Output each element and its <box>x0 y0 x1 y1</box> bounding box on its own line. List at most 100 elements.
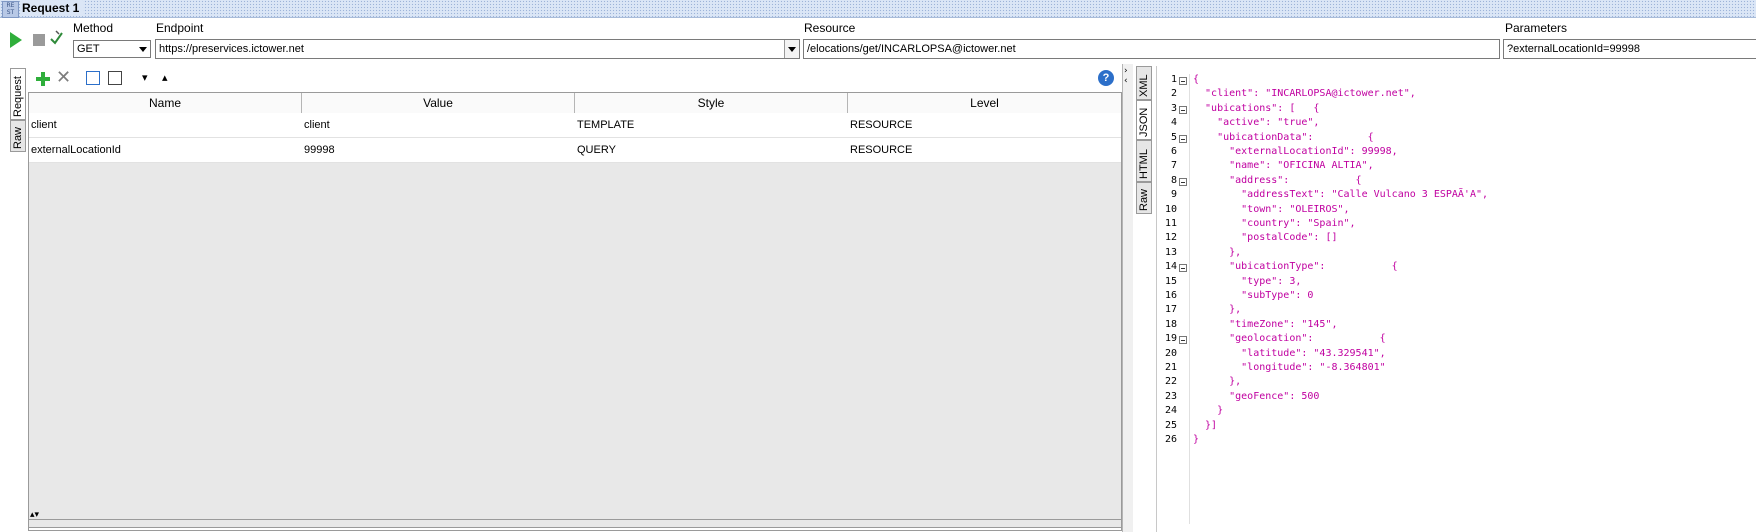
line-number: 20 <box>1164 347 1177 359</box>
endpoint-dropdown-button[interactable] <box>784 40 799 58</box>
line-number-gutter: 1 2 3 4 5 6 7 8 9 10 11 12 13 14 15 16 17 18 19 20 21 22 23 24 2… <box>1157 74 1187 532</box>
param-style-cell[interactable]: TEMPLATE <box>575 113 634 137</box>
line-number: 16 <box>1164 290 1177 301</box>
line-number: 24 <box>1164 405 1177 417</box>
method-value: GET <box>77 43 100 55</box>
parameters-value: ?externalLocationId=99998 <box>1507 43 1641 55</box>
endpoint-input[interactable]: https://preservices.ictower.net <box>155 39 800 59</box>
fold-toggle-icon[interactable] <box>1179 105 1187 114</box>
code-line: "longitude": "-8.364801" <box>1193 362 1386 373</box>
code-line: }, <box>1193 376 1242 388</box>
title-bar: RE ST Request 1 <box>0 0 1756 18</box>
param-level-cell[interactable]: RESOURCE <box>848 113 912 137</box>
bottom-splitter[interactable]: ▴▾ <box>28 510 1122 532</box>
param-level-cell[interactable]: RESOURCE <box>848 138 912 162</box>
param-name-cell[interactable]: client <box>29 113 57 137</box>
chevron-left-icon[interactable]: ‹ <box>1124 76 1128 86</box>
code-line: "geoFence": 500 <box>1193 390 1320 402</box>
code-line: } <box>1193 405 1224 417</box>
endpoint-value: https://preservices.ictower.net <box>159 43 304 55</box>
line-number: 15 <box>1164 275 1177 287</box>
fold-toggle-icon[interactable] <box>1179 336 1187 345</box>
line-number: 9 <box>1170 189 1177 201</box>
chevron-down-icon <box>139 47 147 52</box>
code-line: "address": { <box>1193 174 1362 186</box>
code-line: "client": "INCARLOPSA@ictower.net", <box>1193 88 1416 100</box>
tab-raw-request[interactable]: Raw <box>10 120 26 152</box>
panel-divider[interactable]: › ‹ <box>1122 64 1133 532</box>
parameters-input[interactable]: ?externalLocationId=99998 <box>1503 39 1756 59</box>
stop-icon[interactable] <box>33 34 45 46</box>
code-line: "active": "true", <box>1193 117 1320 129</box>
param-value-cell[interactable]: client <box>302 113 330 137</box>
check-settings-icon[interactable] <box>50 30 63 46</box>
params-toolbar: ✕ ▾ ▴ ? <box>28 66 1122 92</box>
line-number: 17 <box>1164 304 1177 316</box>
param-style-cell[interactable]: QUERY <box>575 138 616 162</box>
line-number: 12 <box>1164 232 1177 244</box>
code-line: }, <box>1193 304 1242 316</box>
resource-input[interactable]: /elocations/get/INCARLOPSA@ictower.net <box>803 39 1500 59</box>
code-line: "postalCode": [] <box>1193 232 1338 244</box>
line-number: 18 <box>1164 318 1177 330</box>
column-header-style[interactable]: Style <box>575 93 848 113</box>
param-name-cell[interactable]: externalLocationId <box>29 138 121 162</box>
table-row[interactable]: externalLocationId 99998 QUERY RESOURCE <box>29 138 1121 163</box>
params-table: Name Value Style Level client client TEM… <box>28 92 1122 528</box>
endpoint-label: Endpoint <box>156 21 204 35</box>
tab-json[interactable]: JSON <box>1136 100 1152 140</box>
response-view-tabs: XML JSON HTML Raw <box>1136 66 1154 526</box>
code-line: "country": "Spain", <box>1193 218 1356 229</box>
bottom-panel <box>28 519 1122 531</box>
column-header-level[interactable]: Level <box>848 93 1121 113</box>
move-param-icon[interactable] <box>108 71 122 85</box>
help-icon[interactable]: ? <box>1098 70 1114 86</box>
params-table-header: Name Value Style Level <box>29 93 1121 114</box>
method-select[interactable]: GET <box>73 40 151 58</box>
url-param-icon[interactable] <box>86 71 100 85</box>
add-param-icon[interactable] <box>35 71 51 87</box>
table-row[interactable]: client client TEMPLATE RESOURCE <box>29 113 1121 138</box>
line-number: 5 <box>1170 131 1177 143</box>
line-number: 10 <box>1164 203 1177 215</box>
line-number: 11 <box>1164 218 1177 229</box>
column-header-name[interactable]: Name <box>29 93 302 113</box>
tab-xml[interactable]: XML <box>1136 66 1152 100</box>
code-line: { <box>1193 74 1200 85</box>
remove-param-icon[interactable]: ✕ <box>56 69 71 87</box>
chevron-right-icon[interactable]: › <box>1124 66 1128 76</box>
fold-toggle-icon[interactable] <box>1179 77 1187 85</box>
move-down-icon[interactable]: ▾ <box>142 71 148 84</box>
method-label: Method <box>73 21 114 35</box>
line-number: 19 <box>1164 333 1177 345</box>
code-line: }, <box>1193 246 1242 258</box>
parameters-label: Parameters <box>1505 21 1568 35</box>
line-number: 13 <box>1164 246 1177 258</box>
param-value-cell[interactable]: 99998 <box>302 138 335 162</box>
resource-label: Resource <box>804 21 856 35</box>
code-line: "latitude": "43.329541", <box>1193 347 1386 359</box>
fold-toggle-icon[interactable] <box>1179 264 1187 273</box>
code-line: "ubications": [ { <box>1193 102 1320 114</box>
line-number: 3 <box>1170 102 1177 114</box>
fold-toggle-icon[interactable] <box>1179 134 1187 143</box>
resource-value: /elocations/get/INCARLOPSA@ictower.net <box>807 43 1016 55</box>
code-line: } <box>1193 434 1200 445</box>
code-line: "ubicationData": { <box>1193 131 1374 143</box>
fold-toggle-icon[interactable] <box>1179 177 1187 186</box>
json-response-viewer[interactable]: 1 2 3 4 5 6 7 8 9 10 11 12 13 14 15 16 17 18 19 20 21 22 23 24 2… <box>1156 66 1756 532</box>
code-line: "addressText": "Calle Vulcano 3 ESPAÃ'A"… <box>1193 189 1489 201</box>
code-line: }] <box>1193 419 1218 431</box>
code-line: "subType": 0 <box>1193 290 1314 301</box>
line-number: 14 <box>1164 261 1177 273</box>
play-icon[interactable] <box>10 32 22 48</box>
code-line: "name": "OFICINA ALTIA", <box>1193 160 1374 172</box>
tab-request[interactable]: Request <box>10 68 26 120</box>
tab-html[interactable]: HTML <box>1136 140 1152 182</box>
line-number: 25 <box>1164 419 1177 431</box>
tab-raw-response[interactable]: Raw <box>1136 182 1152 214</box>
column-header-value[interactable]: Value <box>302 93 575 113</box>
move-up-icon[interactable]: ▴ <box>162 71 168 84</box>
line-number: 7 <box>1170 160 1177 172</box>
line-number: 22 <box>1164 376 1177 388</box>
